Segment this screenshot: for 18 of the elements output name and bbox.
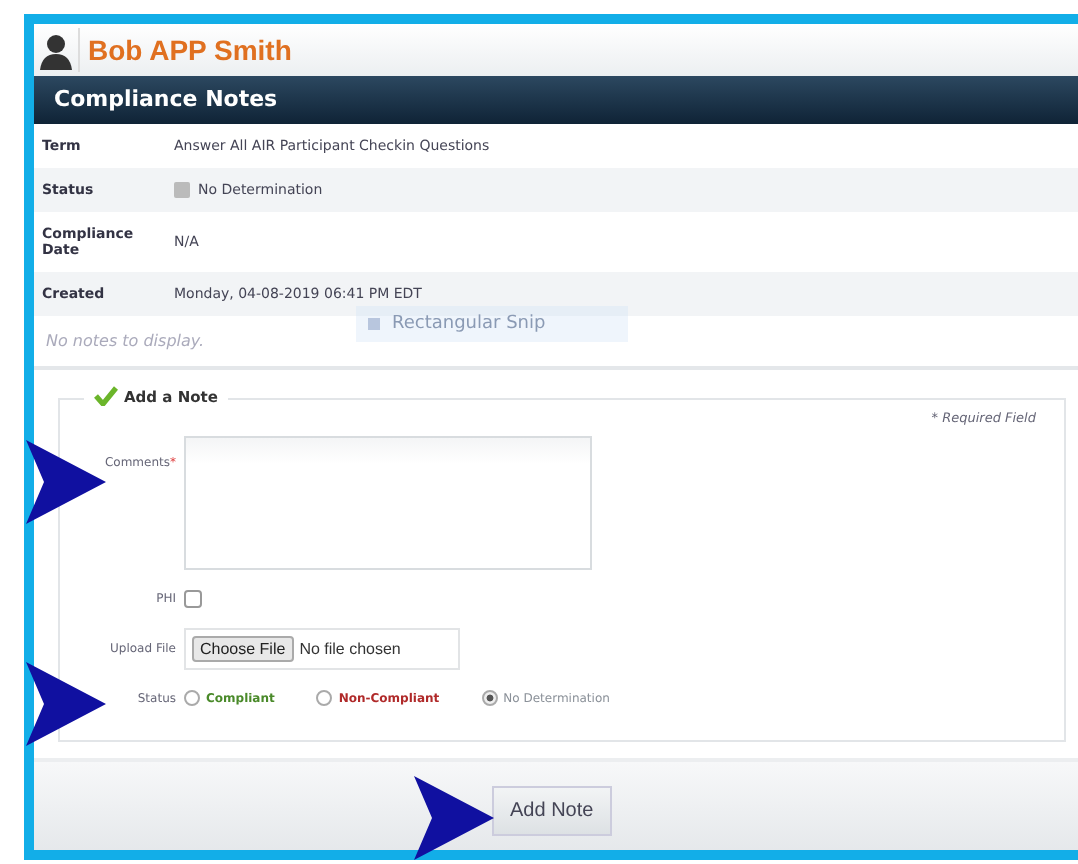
pointer-arrow-icon (414, 776, 494, 860)
status-square-icon (174, 182, 190, 198)
panel-title: Compliance Notes (34, 76, 1078, 124)
pointer-arrow-icon (26, 440, 106, 524)
phi-checkbox[interactable] (184, 590, 202, 608)
add-note-button[interactable]: Add Note (492, 785, 612, 835)
status-radio[interactable] (184, 690, 200, 706)
person-silhouette-icon (34, 28, 80, 72)
status-radio[interactable] (481, 690, 498, 706)
file-field[interactable]: Choose File No file chosen (184, 628, 460, 670)
tooltip-text: Rectangular Snip (392, 314, 546, 334)
comments-field[interactable] (184, 436, 592, 570)
choose-file-button[interactable]: Choose File (192, 636, 294, 662)
checkmark-icon (94, 386, 118, 406)
file-status: No file chosen (299, 640, 401, 658)
person-name: Bob APP Smith (88, 34, 292, 66)
status-radio[interactable] (316, 690, 333, 706)
pointer-arrow-icon (26, 662, 106, 746)
